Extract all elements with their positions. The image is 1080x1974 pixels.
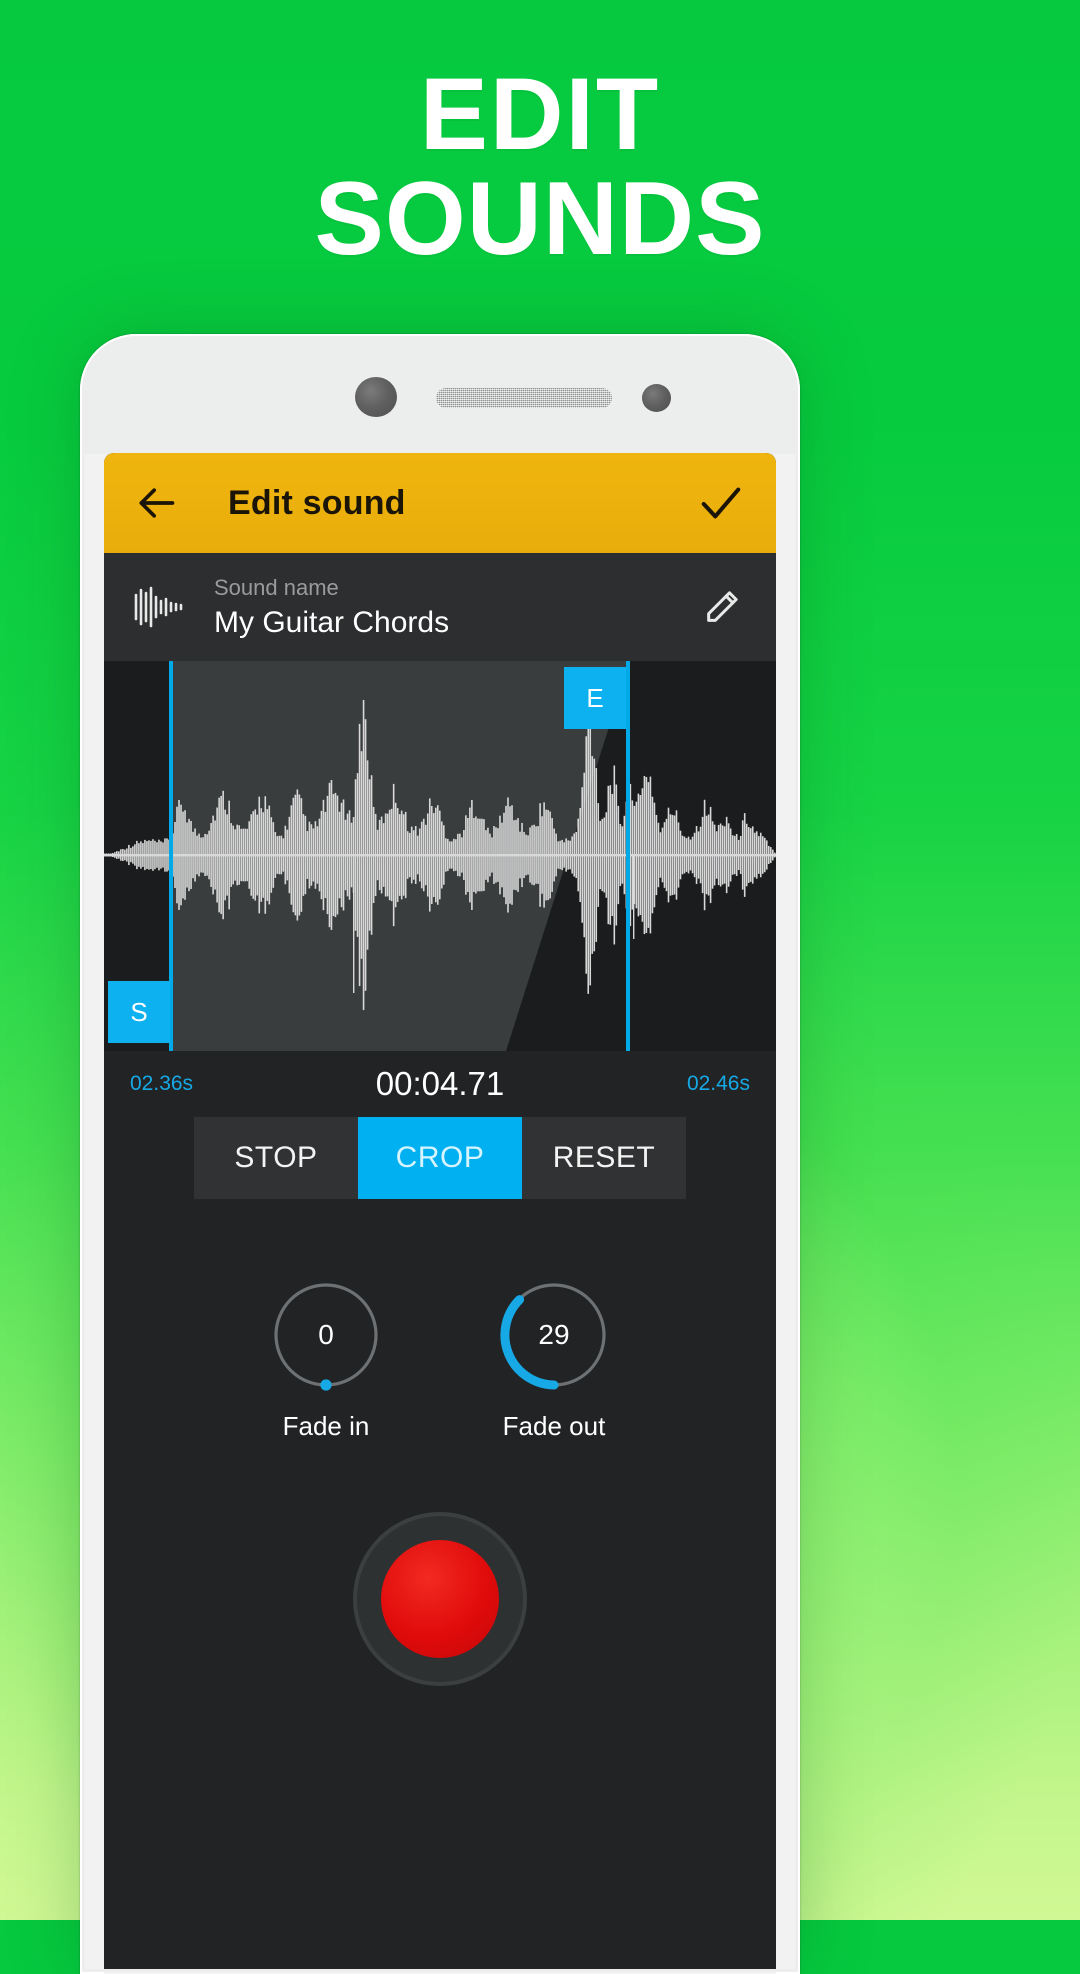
phone-top-bezel xyxy=(80,334,800,454)
record-button[interactable] xyxy=(357,1516,523,1682)
end-marker-line[interactable] xyxy=(626,661,630,1051)
app-bar: Edit sound xyxy=(104,453,776,553)
end-marker-handle[interactable]: E xyxy=(564,667,626,729)
promo-headline-line1: EDIT xyxy=(419,57,661,171)
fade-out-control[interactable]: 29 Fade out xyxy=(498,1279,610,1442)
fade-out-knob[interactable]: 29 xyxy=(498,1279,610,1391)
fade-out-value: 29 xyxy=(538,1319,570,1350)
sound-name-value: My Guitar Chords xyxy=(214,605,450,639)
promo-headline: EDIT SOUNDS xyxy=(0,62,1080,272)
proximity-sensor-icon xyxy=(642,384,671,412)
start-time-label: 02.36s xyxy=(130,1072,194,1095)
current-time-label: 00:04.71 xyxy=(375,1065,505,1102)
phone-mockup: Edit sound Sound name My Guitar Chords S… xyxy=(80,334,800,1974)
waveform-graphic xyxy=(104,699,776,1011)
waveform-icon xyxy=(130,586,192,628)
sound-name-block: Sound name My Guitar Chords xyxy=(214,574,450,639)
front-camera-icon xyxy=(355,377,397,417)
fade-out-label: Fade out xyxy=(502,1411,606,1441)
fade-controls: 0 Fade in 29 Fade out xyxy=(104,1223,776,1442)
transport-buttons: STOP CROP RESET xyxy=(104,1117,776,1223)
stop-button[interactable]: STOP xyxy=(194,1117,358,1199)
start-marker-handle[interactable]: S xyxy=(108,981,170,1043)
record-area xyxy=(104,1442,776,1974)
fade-in-value: 0 xyxy=(318,1319,334,1350)
phone-screen: Edit sound Sound name My Guitar Chords S… xyxy=(104,453,776,1974)
check-icon[interactable] xyxy=(694,476,748,530)
fade-in-control[interactable]: 0 Fade in xyxy=(270,1279,382,1442)
pencil-icon[interactable] xyxy=(702,587,742,627)
promo-headline-line2: SOUNDS xyxy=(314,161,766,278)
fade-in-label: Fade in xyxy=(282,1411,370,1441)
sound-name-label: Sound name xyxy=(214,574,339,600)
record-dot-icon xyxy=(381,1540,499,1658)
sound-name-row[interactable]: Sound name My Guitar Chords xyxy=(104,553,776,661)
page-title: Edit sound xyxy=(228,483,406,522)
fade-in-knob[interactable]: 0 xyxy=(270,1279,382,1391)
time-row: 02.36s 00:04.71 02.46s xyxy=(104,1051,776,1117)
end-time-label: 02.46s xyxy=(686,1072,750,1095)
arrow-left-icon[interactable] xyxy=(130,477,182,529)
earpiece-speaker-icon xyxy=(436,388,612,408)
crop-button[interactable]: CROP xyxy=(358,1117,522,1199)
reset-button[interactable]: RESET xyxy=(522,1117,686,1199)
waveform-editor[interactable]: S E xyxy=(104,661,776,1051)
